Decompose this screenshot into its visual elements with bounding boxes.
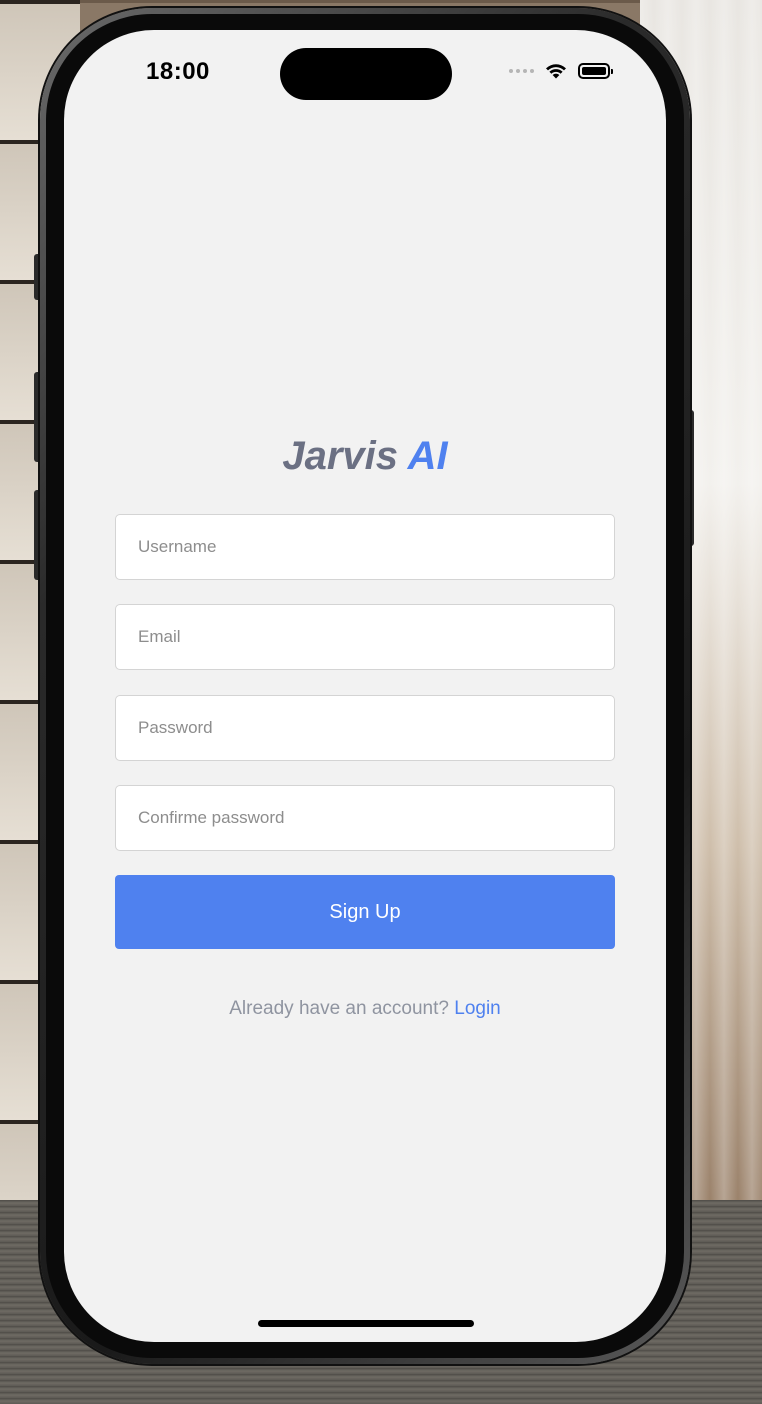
wifi-icon (546, 64, 566, 79)
battery-icon (578, 63, 613, 79)
logo-text-accent: AI (407, 434, 448, 478)
app-logo: Jarvis AI (64, 434, 666, 479)
email-input[interactable] (115, 604, 615, 670)
signal-dots-icon (509, 69, 534, 73)
confirm-password-input[interactable] (115, 785, 615, 851)
username-input[interactable] (115, 514, 615, 580)
sign-up-button[interactable]: Sign Up (115, 875, 615, 949)
dynamic-island (280, 48, 452, 100)
login-prompt-text: Already have an account? (229, 998, 449, 1019)
home-indicator[interactable] (258, 1320, 474, 1327)
login-link[interactable]: Login (454, 998, 501, 1019)
login-prompt: Already have an account? Login (64, 998, 666, 1020)
status-time: 18:00 (146, 58, 210, 85)
logo-text-primary: Jarvis (282, 434, 399, 478)
password-input[interactable] (115, 695, 615, 761)
status-icons (509, 62, 613, 80)
app-screen: 18:00 Jarvis AI Sign Up Already have an … (64, 30, 666, 1342)
